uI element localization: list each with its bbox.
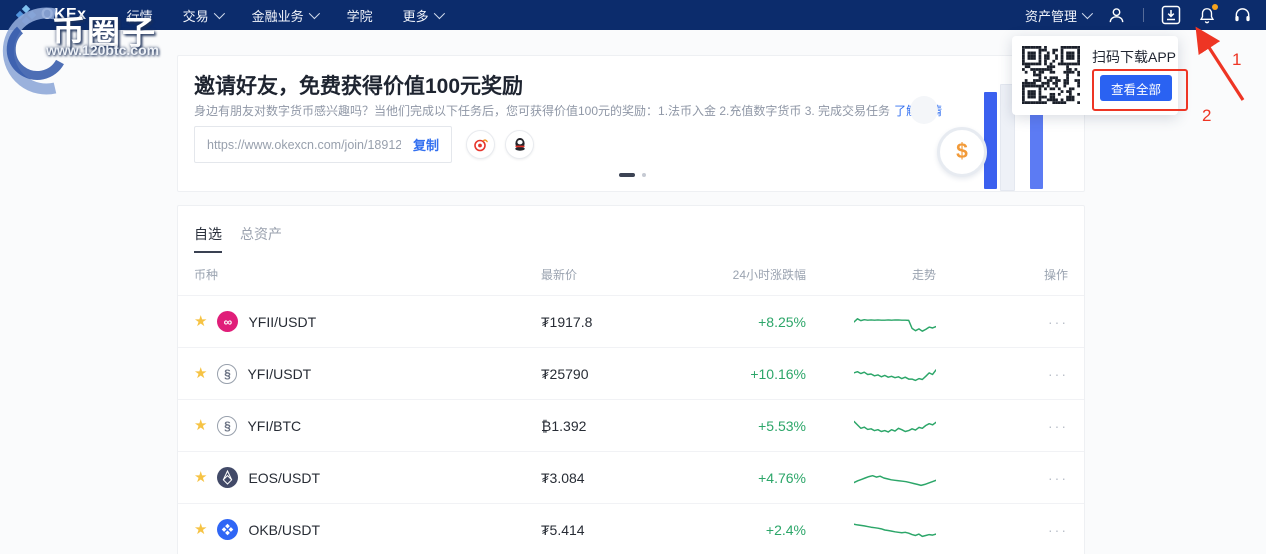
nav-item-more[interactable]: 更多	[403, 6, 442, 25]
invite-subtitle: 身边有朋友对数字货币感兴趣吗？当他们完成以下任务后，您可获得价值100元的奖励：…	[194, 102, 942, 119]
yfi-coin-icon: §	[217, 416, 237, 436]
notification-dot	[1212, 4, 1218, 10]
favorite-star-icon[interactable]: ★	[194, 314, 207, 329]
favorite-star-icon[interactable]: ★	[194, 418, 207, 433]
nav-divider	[1143, 8, 1144, 22]
dollar-coin-icon: $	[937, 127, 987, 177]
pair-label: YFII/USDT	[248, 314, 316, 330]
row-menu-icon[interactable]: ···	[936, 366, 1068, 382]
main-nav: 行情 交易 金融业务 学院 更多	[127, 6, 442, 25]
chevron-down-icon	[213, 8, 224, 19]
change-24h: +4.76%	[661, 470, 806, 486]
coin-illustration-faint	[910, 96, 938, 124]
table-row[interactable]: ★ § YFI/BTC ₿1.392 +5.53% ···	[178, 399, 1084, 451]
tab-favorites[interactable]: 自选	[194, 224, 222, 253]
table-header: 币种 最新价 24小时涨跌幅 走势 操作	[178, 253, 1084, 295]
nav-item-assets[interactable]: 资产管理	[1025, 6, 1090, 25]
trend-sparkline	[854, 464, 936, 492]
share-weibo-icon[interactable]	[466, 130, 495, 159]
change-24h: +5.53%	[661, 418, 806, 434]
trend-sparkline	[854, 308, 936, 336]
copy-button[interactable]: 复制	[401, 135, 451, 154]
table-row[interactable]: ★ § YFI/USDT ₮25790 +10.16% ···	[178, 347, 1084, 399]
table-row[interactable]: ★ OKB/USDT ₮5.414 +2.4% ···	[178, 503, 1084, 554]
trend-sparkline	[854, 360, 936, 388]
carousel-indicator	[619, 173, 646, 177]
top-navbar: OKEx 行情 交易 金融业务 学院 更多 资产管理	[0, 0, 1266, 30]
nav-item-trade[interactable]: 交易	[183, 6, 222, 25]
okex-logo[interactable]: OKEx	[16, 5, 87, 25]
referral-link-box: https://www.okexcn.com/join/1891226 复制	[194, 126, 452, 163]
row-menu-icon[interactable]: ···	[936, 418, 1068, 434]
chevron-down-icon	[308, 8, 319, 19]
nav-item-finance[interactable]: 金融业务	[252, 6, 317, 25]
market-tabs: 自选 总资产	[178, 206, 1084, 253]
invite-banner-card: 邀请好友，免费获得价值100元奖励 身边有朋友对数字货币感兴趣吗？当他们完成以下…	[177, 55, 1085, 192]
pair-label: EOS/USDT	[248, 470, 320, 486]
trend-sparkline	[854, 412, 936, 440]
row-menu-icon[interactable]: ···	[936, 314, 1068, 330]
pair-label: YFI/USDT	[247, 366, 311, 382]
watermark-url: www.120btc.com	[46, 42, 159, 58]
change-24h: +10.16%	[661, 366, 806, 382]
favorite-star-icon[interactable]: ★	[194, 366, 207, 381]
qr-code	[1022, 46, 1080, 104]
change-24h: +8.25%	[661, 314, 806, 330]
eos-coin-icon	[217, 467, 238, 488]
favorite-star-icon[interactable]: ★	[194, 470, 207, 485]
last-price: ₿1.392	[541, 418, 661, 434]
download-app-icon[interactable]	[1161, 5, 1181, 25]
table-row[interactable]: ★ EOS/USDT ₮3.084 +4.76% ···	[178, 451, 1084, 503]
last-price: ₮3.084	[541, 470, 661, 486]
annotation-step-1: 1	[1232, 50, 1241, 70]
table-row[interactable]: ★ ∞ YFII/USDT ₮1917.8 +8.25% ···	[178, 295, 1084, 347]
okex-homepage: OKEx 行情 交易 金融业务 学院 更多 资产管理	[0, 0, 1266, 554]
carousel-dot[interactable]	[642, 173, 646, 177]
user-icon[interactable]	[1107, 6, 1126, 25]
annotation-step-2: 2	[1202, 106, 1211, 126]
popup-title: 扫码下载APP	[1092, 47, 1176, 67]
last-price: ₮5.414	[541, 522, 661, 538]
row-menu-icon[interactable]: ···	[936, 522, 1068, 538]
pair-label: YFI/BTC	[247, 418, 301, 434]
chevron-down-icon	[433, 8, 444, 19]
change-24h: +2.4%	[661, 522, 806, 538]
chevron-down-icon	[1082, 8, 1093, 19]
nav-item-markets[interactable]: 行情	[127, 6, 153, 25]
market-card: 自选 总资产 币种 最新价 24小时涨跌幅 走势 操作 ★ ∞ YFII/USD…	[177, 205, 1085, 554]
last-price: ₮25790	[541, 366, 661, 382]
yfii-coin-icon: ∞	[217, 311, 238, 332]
chart-bar-illustration	[984, 92, 997, 189]
invite-title: 邀请好友，免费获得价值100元奖励	[194, 70, 523, 100]
favorite-star-icon[interactable]: ★	[194, 522, 207, 537]
share-qq-icon[interactable]	[505, 130, 534, 159]
annotation-arrow	[1185, 22, 1260, 107]
download-app-popup: 扫码下载APP 查看全部	[1012, 36, 1178, 115]
tab-total-assets[interactable]: 总资产	[240, 224, 282, 253]
logo-text: OKEx	[41, 6, 87, 24]
pair-label: OKB/USDT	[248, 522, 320, 538]
nav-item-academy[interactable]: 学院	[347, 6, 373, 25]
carousel-dot-active[interactable]	[619, 173, 635, 177]
last-price: ₮1917.8	[541, 314, 661, 330]
row-menu-icon[interactable]: ···	[936, 470, 1068, 486]
okb-coin-icon	[217, 519, 238, 540]
yfi-coin-icon: §	[217, 364, 237, 384]
view-all-button[interactable]: 查看全部	[1100, 75, 1172, 101]
referral-link-input[interactable]: https://www.okexcn.com/join/1891226	[195, 138, 401, 152]
trend-sparkline	[854, 516, 936, 544]
okex-diamond-icon	[16, 5, 36, 25]
